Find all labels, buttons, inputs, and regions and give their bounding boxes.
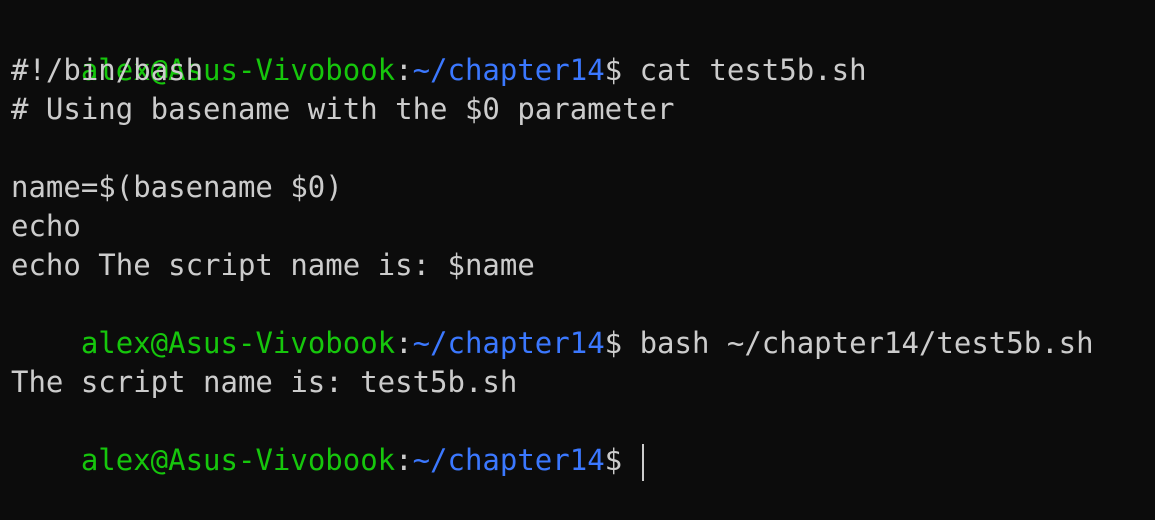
prompt-user-host: alex@Asus-Vivobook [80, 326, 396, 360]
prompt-separator: : [395, 326, 413, 360]
command-input[interactable] [622, 443, 639, 477]
prompt-symbol: $ [604, 53, 623, 87]
prompt-separator: : [395, 443, 413, 477]
output-line: # Using basename with the $0 parameter [11, 92, 675, 126]
output-line: The script name is: test5b.sh [11, 365, 518, 399]
output-line: echo The script name is: $name [11, 248, 535, 282]
prompt-symbol: $ [604, 443, 623, 477]
prompt-path: ~/chapter14 [412, 53, 605, 87]
command-text: cat test5b.sh [622, 53, 867, 87]
command-text: bash ~/chapter14/test5b.sh [622, 326, 1094, 360]
prompt-line-bash: alex@Asus-Vivobook:~/chapter14$ bash ~/c… [11, 285, 1155, 360]
prompt-path: ~/chapter14 [412, 326, 605, 360]
output-line: echo [11, 209, 81, 243]
prompt-symbol: $ [604, 326, 623, 360]
text-cursor [641, 443, 644, 481]
prompt-path: ~/chapter14 [412, 443, 605, 477]
prompt-user-host: alex@Asus-Vivobook [80, 443, 396, 477]
prompt-line-current[interactable]: alex@Asus-Vivobook:~/chapter14$ [11, 402, 1155, 481]
prompt-line-cat: alex@Asus-Vivobook:~/chapter14$ cat test… [11, 12, 1155, 87]
terminal-window[interactable]: alex@Asus-Vivobook:~/chapter14$ cat test… [0, 0, 1155, 481]
prompt-separator: : [395, 53, 413, 87]
output-line: name=$(basename $0) [11, 170, 343, 204]
